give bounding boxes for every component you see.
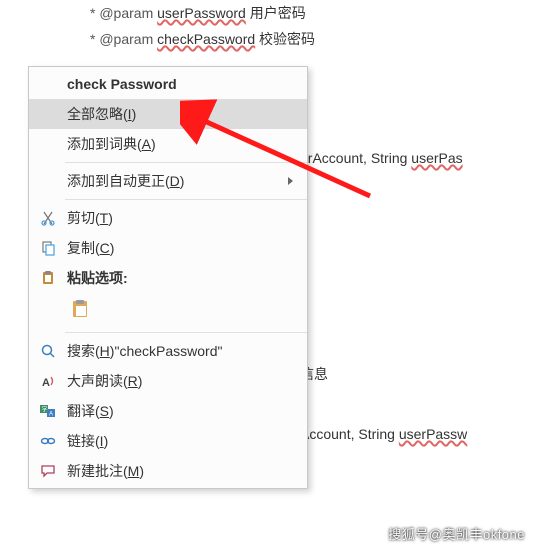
menu-label: 翻译(S) <box>67 401 297 421</box>
watermark: 搜狐号@奥凯丰okfone <box>388 524 525 543</box>
menu-separator <box>65 332 307 333</box>
bg-code-1: erAccount, String userPas <box>300 150 463 166</box>
menu-label: 新建批注(M) <box>67 461 297 481</box>
svg-text:A: A <box>42 377 50 389</box>
menu-search[interactable]: 搜索(H)"checkPassword" <box>29 336 307 366</box>
copy-icon <box>35 237 61 259</box>
context-menu: check Password 全部忽略(I) 添加到词典(A) 添加到自动更正(… <box>28 66 308 489</box>
menu-cut[interactable]: 剪切(T) <box>29 203 307 233</box>
menu-label: 添加到自动更正(D) <box>67 171 288 191</box>
menu-label: 全部忽略(I) <box>67 104 297 124</box>
blank-icon <box>35 73 61 95</box>
blank-icon <box>35 133 61 155</box>
chevron-right-icon <box>288 177 293 185</box>
menu-separator <box>65 199 307 200</box>
code-line-1: * @param userPassword 用户密码 <box>0 0 533 26</box>
menu-read-aloud[interactable]: A 大声朗读(R) <box>29 366 307 396</box>
translate-icon: 字A <box>35 400 61 422</box>
new-comment-icon <box>35 460 61 482</box>
menu-add-autocorrect[interactable]: 添加到自动更正(D) <box>29 166 307 196</box>
svg-text:字: 字 <box>42 406 48 414</box>
menu-label: 添加到词典(A) <box>67 134 297 154</box>
paste-options-row <box>29 293 307 329</box>
menu-label: 大声朗读(R) <box>67 371 297 391</box>
menu-paste-options-header: 粘贴选项: <box>29 263 307 293</box>
search-icon <box>35 340 61 362</box>
menu-copy[interactable]: 复制(C) <box>29 233 307 263</box>
menu-translate[interactable]: 字A 翻译(S) <box>29 396 307 426</box>
menu-separator <box>65 162 307 163</box>
menu-label: 复制(C) <box>67 238 297 258</box>
menu-add-to-dictionary[interactable]: 添加到词典(A) <box>29 129 307 159</box>
menu-ignore-all[interactable]: 全部忽略(I) <box>29 99 307 129</box>
bg-code-2: Account, String userPassw <box>300 426 467 442</box>
menu-label: 粘贴选项: <box>67 268 297 288</box>
paste-keep-source-icon[interactable] <box>69 297 99 325</box>
link-icon <box>35 430 61 452</box>
svg-text:A: A <box>49 412 53 418</box>
menu-label: 剪切(T) <box>67 208 297 228</box>
paste-icon <box>35 267 61 289</box>
code-line-2: * @param checkPassword 校验密码 <box>0 26 533 52</box>
menu-label: check Password <box>67 76 297 92</box>
blank-icon <box>35 170 61 192</box>
menu-new-comment[interactable]: 新建批注(M) <box>29 456 307 486</box>
read-aloud-icon: A <box>35 370 61 392</box>
menu-label: 链接(I) <box>67 431 297 451</box>
cut-icon <box>35 207 61 229</box>
menu-link[interactable]: 链接(I) <box>29 426 307 456</box>
blank-icon <box>35 103 61 125</box>
menu-spell-suggestion[interactable]: check Password <box>29 69 307 99</box>
menu-label: 搜索(H)"checkPassword" <box>67 341 297 361</box>
